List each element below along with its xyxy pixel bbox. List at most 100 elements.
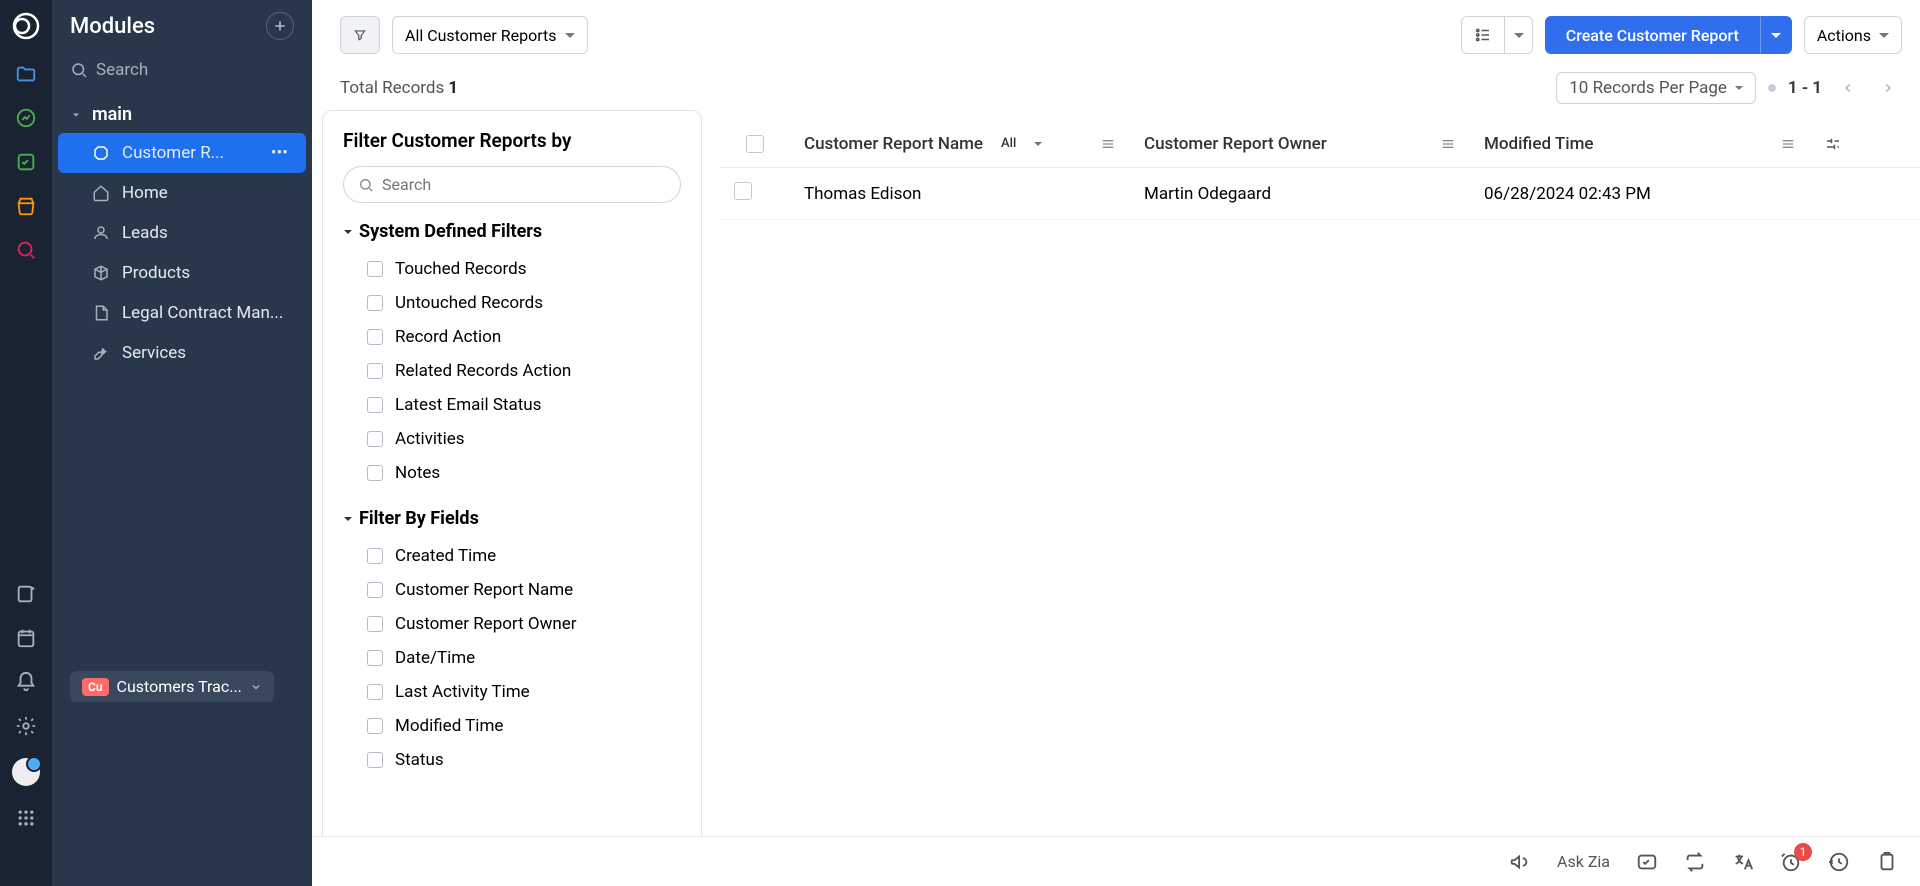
filter-notes[interactable]: Notes (343, 456, 681, 490)
checkbox[interactable] (367, 718, 383, 734)
ask-zia-button[interactable]: Ask Zia (1557, 852, 1610, 871)
bell-icon[interactable] (14, 670, 38, 694)
filter-panel: Filter Customer Reports by System Define… (322, 110, 702, 850)
create-button[interactable]: Create Customer Report (1545, 16, 1760, 54)
filter-search-input[interactable] (382, 175, 666, 194)
checkbox[interactable] (367, 650, 383, 666)
list-icon (1474, 26, 1492, 44)
filter-related-records-action[interactable]: Related Records Action (343, 354, 681, 388)
filter-created-time[interactable]: Created Time (343, 539, 681, 573)
toolbar: All Customer Reports Create Customer Rep… (322, 0, 1920, 70)
pager-dot (1768, 84, 1776, 92)
checklist-icon[interactable] (14, 150, 38, 174)
gear-icon[interactable] (14, 714, 38, 738)
chart-icon[interactable] (14, 106, 38, 130)
chevron-down-icon (70, 109, 82, 121)
chevron-down-icon (1514, 33, 1524, 38)
checkbox[interactable] (367, 582, 383, 598)
filter-toggle-button[interactable] (340, 16, 380, 54)
row-checkbox[interactable] (734, 182, 752, 200)
prev-page-button[interactable] (1834, 74, 1862, 102)
filter-latest-email-status[interactable]: Latest Email Status (343, 388, 681, 422)
chevron-down-icon (1034, 142, 1042, 146)
checkbox[interactable] (367, 295, 383, 311)
alarm-icon[interactable]: 1 (1780, 851, 1802, 873)
workspace-switcher[interactable]: Cu Customers Trac... (70, 671, 274, 702)
filter-customer-report-owner[interactable]: Customer Report Owner (343, 607, 681, 641)
checkbox[interactable] (367, 261, 383, 277)
view-dropdown[interactable]: All Customer Reports (392, 16, 588, 54)
table-row[interactable]: Thomas Edison Martin Odegaard 06/28/2024… (720, 168, 1920, 220)
checkbox[interactable] (367, 465, 383, 481)
add-module-button[interactable] (266, 12, 294, 40)
checkbox[interactable] (367, 431, 383, 447)
filter-customer-report-name[interactable]: Customer Report Name (343, 573, 681, 607)
chevron-down-icon (1879, 33, 1889, 38)
filter-search[interactable] (343, 166, 681, 203)
workspace-label: Customers Trac... (117, 677, 242, 696)
language-icon[interactable] (1732, 851, 1754, 873)
module-group-main[interactable]: main (52, 96, 312, 133)
search-icon (70, 61, 88, 79)
create-dropdown[interactable] (1760, 16, 1792, 54)
checkbox[interactable] (367, 752, 383, 768)
shop-icon[interactable] (14, 194, 38, 218)
modules-search[interactable]: Search (70, 60, 294, 80)
column-menu-icon[interactable] (1440, 136, 1456, 152)
more-icon[interactable]: ••• (271, 143, 288, 163)
sidebar-item-legal[interactable]: Legal Contract Man... (52, 293, 312, 333)
per-page-dropdown[interactable]: 10 Records Per Page (1556, 72, 1756, 104)
avatar[interactable] (12, 758, 40, 786)
megaphone-icon[interactable] (1509, 851, 1531, 873)
chat-icon[interactable] (1636, 851, 1658, 873)
filter-last-activity-time[interactable]: Last Activity Time (343, 675, 681, 709)
checkbox[interactable] (367, 548, 383, 564)
actions-button[interactable]: Actions (1804, 16, 1902, 54)
name-filter-chip[interactable]: All (993, 134, 1024, 153)
apps-icon[interactable] (14, 806, 38, 830)
loop-icon[interactable] (1684, 851, 1706, 873)
next-page-button[interactable] (1874, 74, 1902, 102)
column-time[interactable]: Modified Time (1470, 134, 1810, 154)
modules-title: Modules (70, 14, 155, 39)
column-settings[interactable] (1810, 135, 1856, 153)
sidebar-item-customer[interactable]: Customer R...••• (58, 133, 306, 173)
column-menu-icon[interactable] (1100, 136, 1116, 152)
checkbox[interactable] (367, 397, 383, 413)
view-mode-button[interactable] (1461, 16, 1505, 54)
checkbox[interactable] (367, 329, 383, 345)
column-owner[interactable]: Customer Report Owner (1130, 134, 1470, 154)
column-menu-icon[interactable] (1780, 136, 1796, 152)
leads-icon (92, 224, 112, 242)
filter-date/time[interactable]: Date/Time (343, 641, 681, 675)
icon-sidebar (0, 0, 52, 886)
filter-touched-records[interactable]: Touched Records (343, 252, 681, 286)
search-icon[interactable] (14, 238, 38, 262)
column-name[interactable]: Customer Report Name All (790, 134, 1130, 154)
checkbox[interactable] (367, 684, 383, 700)
sidebar-item-services[interactable]: Services (52, 333, 312, 373)
filter-activities[interactable]: Activities (343, 422, 681, 456)
filter-untouched-records[interactable]: Untouched Records (343, 286, 681, 320)
sidebar-item-products[interactable]: Products (52, 253, 312, 293)
view-mode-dropdown[interactable] (1505, 16, 1533, 54)
system-filters-title[interactable]: System Defined Filters (343, 221, 681, 242)
filter-status[interactable]: Status (343, 743, 681, 777)
checkbox[interactable] (367, 616, 383, 632)
total-records-label: Total Records (340, 78, 444, 98)
select-all[interactable] (720, 135, 790, 153)
filter-record-action[interactable]: Record Action (343, 320, 681, 354)
filter-modified-time[interactable]: Modified Time (343, 709, 681, 743)
clipboard-icon[interactable] (1876, 851, 1898, 873)
filter-icon (353, 26, 367, 44)
sidebar-item-leads[interactable]: Leads (52, 213, 312, 253)
app-logo[interactable] (10, 10, 42, 42)
folder-icon[interactable] (14, 62, 38, 86)
bottom-bar: Ask Zia 1 (312, 836, 1920, 886)
field-filters-title[interactable]: Filter By Fields (343, 508, 681, 529)
history-icon[interactable] (1828, 851, 1850, 873)
add-note-icon[interactable] (14, 582, 38, 606)
calendar-icon[interactable] (14, 626, 38, 650)
sidebar-item-home[interactable]: Home (52, 173, 312, 213)
checkbox[interactable] (367, 363, 383, 379)
